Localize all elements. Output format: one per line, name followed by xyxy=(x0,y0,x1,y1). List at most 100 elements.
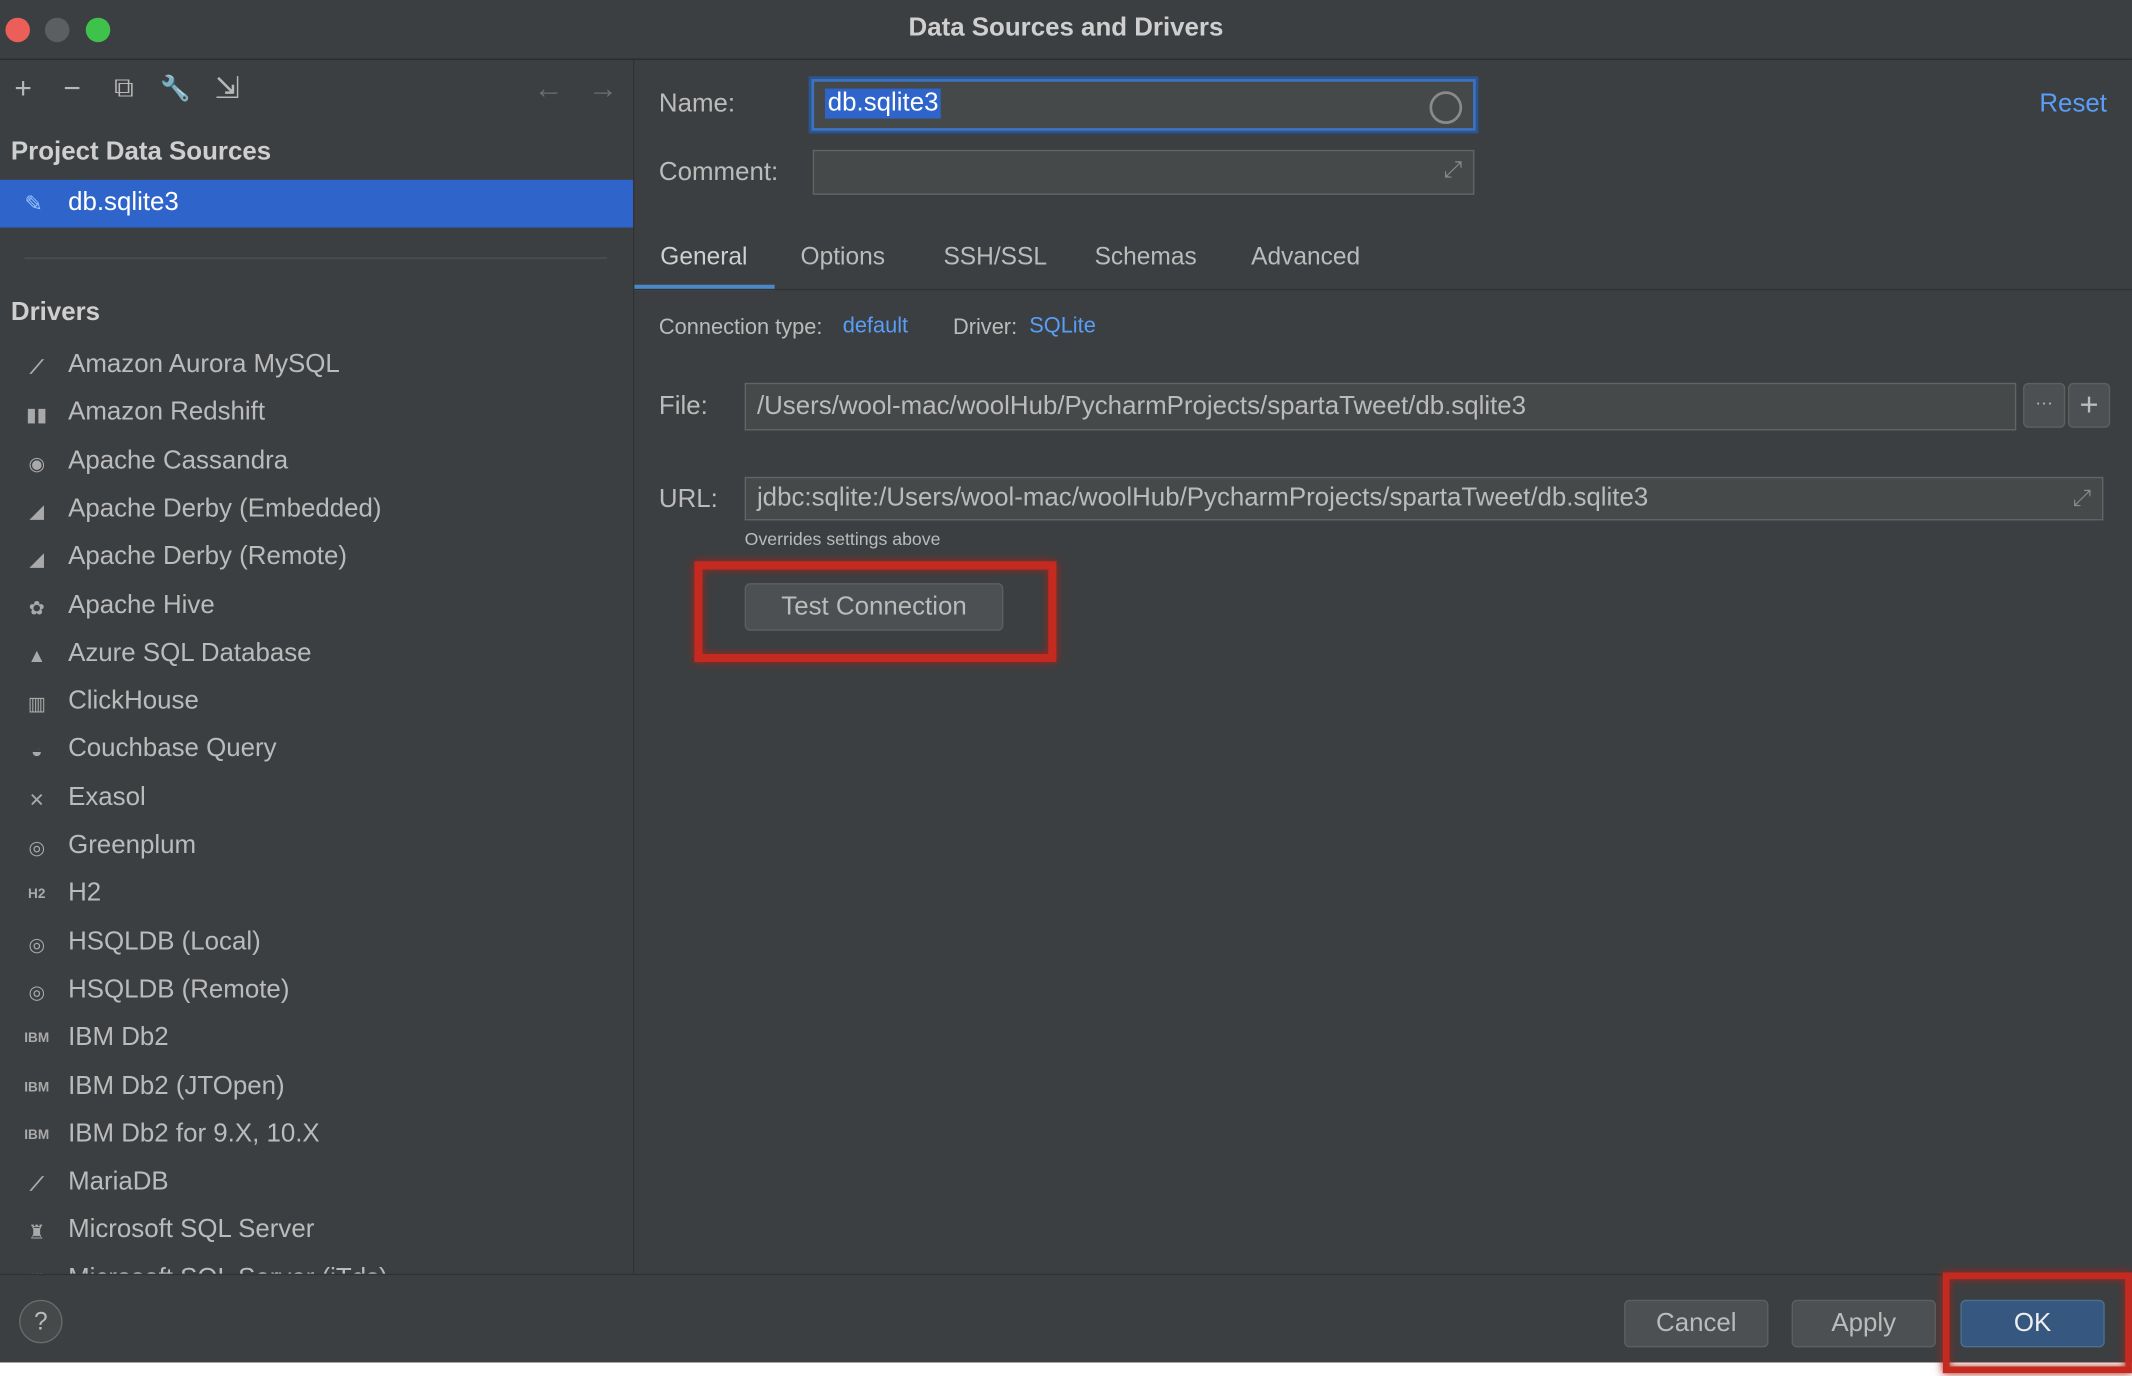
expand-icon[interactable]: ⤢ xyxy=(1444,157,1463,184)
driver-icon: ◎ xyxy=(28,980,46,1003)
tab-ssh-ssl[interactable]: SSH/SSL xyxy=(943,243,1047,272)
driver-icon: ✿ xyxy=(28,596,45,618)
driver-label: Apache Hive xyxy=(68,590,215,620)
driver-icon: ◢ xyxy=(29,547,45,570)
tab-options[interactable]: Options xyxy=(801,243,885,272)
file-field[interactable]: /Users/wool-mac/woolHub/PycharmProjects/… xyxy=(744,382,2017,431)
add-file-button[interactable]: + xyxy=(2067,382,2111,428)
url-label: URL: xyxy=(658,485,718,514)
driver-label: ClickHouse xyxy=(68,686,199,716)
driver-icon: ▲ xyxy=(27,644,47,666)
driver-label: HSQLDB (Local) xyxy=(68,927,261,956)
window-title: Data Sources and Drivers xyxy=(908,13,1224,43)
driver-icon: ⟋ xyxy=(30,1173,44,1195)
driver-item[interactable]: ◢ Apache Derby (Remote) xyxy=(0,534,633,582)
driver-item[interactable]: ♜ Microsoft SQL Server xyxy=(0,1208,633,1256)
driver-label: Apache Derby (Embedded) xyxy=(68,494,382,524)
driver-icon: ◒ xyxy=(30,740,43,763)
expand-url-icon[interactable]: ⤢ xyxy=(2073,478,2092,519)
connection-type-label: Connection type: xyxy=(658,316,823,340)
driver-icon: ◎ xyxy=(28,932,46,955)
driver-item[interactable]: ✕ Exasol xyxy=(0,775,633,823)
driver-item[interactable]: IBM IBM Db2 xyxy=(0,1015,633,1063)
driver-item[interactable]: ◢ Apache Derby (Embedded) xyxy=(0,486,633,534)
driver-label: Apache Derby (Remote) xyxy=(68,542,347,572)
url-field[interactable]: jdbc:sqlite:/Users/wool-mac/woolHub/Pych… xyxy=(744,476,2104,521)
driver-label: IBM Db2 xyxy=(68,1023,169,1053)
driver-label: Amazon Redshift xyxy=(68,398,266,427)
driver-item[interactable]: ♜ Microsoft SQL Server (jTds) xyxy=(0,1256,633,1274)
driver-item[interactable]: ◎ HSQLDB (Local) xyxy=(0,919,633,967)
driver-link[interactable]: SQLite xyxy=(1029,315,1096,340)
driver-item[interactable]: IBM IBM Db2 (JTOpen) xyxy=(0,1063,633,1111)
driver-icon: IBM xyxy=(24,1031,50,1047)
test-connection-button[interactable]: Test Connection xyxy=(744,583,1004,631)
url-value: jdbc:sqlite:/Users/wool-mac/woolHub/Pych… xyxy=(756,483,1649,513)
data-sources-dialog: Data Sources and Drivers + − ⧉ 🔧 ⇲ ← → P… xyxy=(0,0,2132,1363)
title-bar: Data Sources and Drivers xyxy=(0,0,2132,60)
left-panel: + − ⧉ 🔧 ⇲ ← → Project Data Sources ✎ db.… xyxy=(0,59,635,1274)
driver-icon: ⟋ xyxy=(30,355,44,378)
driver-item[interactable]: ◉ Apache Cassandra xyxy=(0,438,633,486)
driver-item[interactable]: ◎ HSQLDB (Remote) xyxy=(0,967,633,1015)
driver-item[interactable]: ▮▮ Amazon Redshift xyxy=(0,390,633,438)
driver-icon: ◢ xyxy=(29,499,45,522)
driver-label: IBM Db2 for 9.X, 10.X xyxy=(68,1119,320,1149)
driver-icon: ◉ xyxy=(28,451,46,474)
driver-icon: ◎ xyxy=(28,836,46,859)
driver-icon: ✕ xyxy=(28,788,45,811)
file-value: /Users/wool-mac/woolHub/PycharmProjects/… xyxy=(756,392,1527,421)
right-panel: Name: db.sqlite3 Reset Comment: ⤢ Genera… xyxy=(634,59,2132,1274)
driver-icon: ▮▮ xyxy=(26,403,48,426)
driver-item[interactable]: ▥ ClickHouse xyxy=(0,679,633,727)
name-field[interactable]: db.sqlite3 xyxy=(811,79,1476,131)
driver-icon: ▥ xyxy=(27,692,46,715)
driver-icon: ♜ xyxy=(28,1221,46,1244)
connection-type-link[interactable]: default xyxy=(843,315,908,340)
driver-label: Amazon Aurora MySQL xyxy=(68,350,340,379)
cancel-button[interactable]: Cancel xyxy=(1624,1299,1769,1348)
driver-item[interactable]: ✿ Apache Hive xyxy=(0,582,633,630)
driver-list: ⟋ Amazon Aurora MySQL ▮▮ Amazon Redshift ◉ Ap… xyxy=(0,60,633,1274)
driver-label: Greenplum xyxy=(68,831,197,860)
driver-item[interactable]: IBM IBM Db2 for 9.X, 10.X xyxy=(0,1111,633,1159)
driver-item[interactable]: ⟋ Amazon Aurora MySQL xyxy=(0,342,633,390)
apply-button[interactable]: Apply xyxy=(1791,1299,1936,1348)
color-circle-icon[interactable] xyxy=(1429,91,1463,124)
file-label: File: xyxy=(658,392,708,421)
comment-field[interactable]: ⤢ xyxy=(812,149,1475,195)
driver-label: Microsoft SQL Server (jTds) xyxy=(68,1264,388,1274)
driver-label: Azure SQL Database xyxy=(68,638,312,668)
driver-icon: ♜ xyxy=(22,1265,52,1274)
annotation-box-ok xyxy=(1942,1272,2132,1374)
tab-general[interactable]: General xyxy=(660,243,747,272)
driver-icon: IBM xyxy=(24,1127,50,1143)
reset-link[interactable]: Reset xyxy=(2039,90,2107,120)
driver-item[interactable]: ◎ Greenplum xyxy=(0,823,633,871)
driver-label: HSQLDB (Remote) xyxy=(68,975,290,1004)
dialog-footer: ? Cancel Apply OK xyxy=(0,1273,2132,1363)
driver-label: Exasol xyxy=(68,782,146,812)
tab-advanced[interactable]: Advanced xyxy=(1251,243,1360,272)
driver-label: MariaDB xyxy=(68,1167,169,1197)
driver-item[interactable]: H2 H2 xyxy=(0,871,633,919)
tab-schemas[interactable]: Schemas xyxy=(1095,243,1197,272)
driver-label: Couchbase Query xyxy=(68,734,277,764)
driver-icon: IBM xyxy=(24,1079,50,1095)
comment-label: Comment: xyxy=(658,158,779,187)
driver-label: IBM Db2 (JTOpen) xyxy=(68,1071,285,1101)
url-hint: Overrides settings above xyxy=(744,528,941,550)
driver-label: Driver: xyxy=(952,316,1018,340)
driver-item[interactable]: ⟋ MariaDB xyxy=(0,1160,633,1208)
driver-item[interactable]: ◒ Couchbase Query xyxy=(0,727,633,775)
name-label: Name: xyxy=(658,89,736,119)
driver-label: H2 xyxy=(68,879,102,908)
driver-label: Apache Cassandra xyxy=(68,446,289,475)
driver-icon: H2 xyxy=(28,887,46,903)
name-value: db.sqlite3 xyxy=(825,88,942,119)
help-icon[interactable]: ? xyxy=(19,1299,63,1344)
driver-item[interactable]: ▲ Azure SQL Database xyxy=(0,631,633,679)
browse-file-button[interactable]: ··· xyxy=(2023,382,2066,428)
tabs-border xyxy=(634,288,2132,291)
driver-label: Microsoft SQL Server xyxy=(68,1215,315,1245)
